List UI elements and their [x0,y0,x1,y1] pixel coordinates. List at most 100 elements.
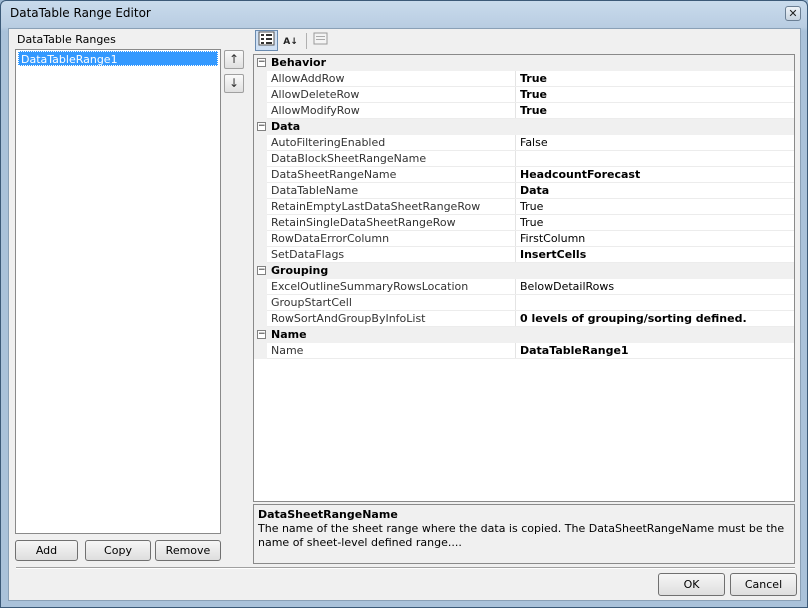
property-value[interactable]: Data [520,184,790,197]
property-name: AllowModifyRow [271,104,360,117]
property-value[interactable]: False [520,136,790,149]
alphabetical-icon: A↓ [283,37,298,47]
property-row[interactable]: DataSheetRangeName HeadcountForecast [254,167,794,183]
property-value[interactable]: 0 levels of grouping/sorting defined. [520,312,790,325]
move-up-button[interactable]: ↑ [224,50,244,69]
property-row[interactable]: ExcelOutlineSummaryRowsLocation BelowDeta… [254,279,794,295]
property-row[interactable]: RetainEmptyLastDataSheetRangeRow True [254,199,794,215]
arrow-up-icon: ↑ [228,52,240,66]
toolbar-separator [306,33,307,49]
row-gutter [254,247,267,263]
property-name: DataTableName [271,184,359,197]
categorized-icon [258,31,275,46]
row-gutter [254,103,267,119]
property-name: RowSortAndGroupByInfoList [271,312,426,325]
window-title: DataTable Range Editor [10,6,151,20]
cancel-button[interactable]: Cancel [730,573,797,596]
category-row[interactable]: − Grouping [254,263,794,279]
dialog-window: DataTable Range Editor ✕ DataTable Range… [0,0,808,608]
property-row[interactable]: AllowAddRow True [254,71,794,87]
footer-divider [16,567,795,569]
row-gutter [254,183,267,199]
property-name: ExcelOutlineSummaryRowsLocation [271,280,469,293]
property-pages-button[interactable] [309,30,332,51]
collapse-icon[interactable]: − [257,330,266,339]
row-gutter [254,311,267,327]
dialog-client-area: DataTable Ranges DataTableRange1 Add Cop… [8,28,801,601]
column-divider [515,71,516,87]
category-label: Grouping [271,264,329,277]
ranges-label: DataTable Ranges [17,33,116,46]
property-value[interactable]: True [520,104,790,117]
property-name: AllowAddRow [271,72,345,85]
property-value[interactable]: HeadcountForecast [520,168,790,181]
property-name: DataBlockSheetRangeName [271,152,427,165]
move-down-button[interactable]: ↓ [224,74,244,93]
row-gutter [254,279,267,295]
property-value[interactable]: InsertCells [520,248,790,261]
property-name: Name [271,344,304,357]
property-name: GroupStartCell [271,296,352,309]
property-value[interactable]: True [520,88,790,101]
row-gutter [254,215,267,231]
property-grid[interactable]: − Behavior AllowAddRow True AllowDeleteRow Tr… [253,54,795,502]
column-divider [515,183,516,199]
property-value[interactable]: True [520,200,790,213]
category-label: Name [271,328,307,341]
row-gutter [254,135,267,151]
property-name: SetDataFlags [271,248,345,261]
category-row[interactable]: − Behavior [254,55,794,71]
row-gutter [254,87,267,103]
row-gutter [254,295,267,311]
column-divider [515,199,516,215]
remove-button[interactable]: Remove [155,540,221,561]
row-gutter [254,231,267,247]
property-row[interactable]: DataTableName Data [254,183,794,199]
collapse-icon[interactable]: − [257,266,266,275]
column-divider [515,279,516,295]
property-value[interactable]: DataTableRange1 [520,344,790,357]
property-name: RowDataErrorColumn [271,232,390,245]
column-divider [515,215,516,231]
property-value[interactable]: True [520,216,790,229]
property-row[interactable]: RetainSingleDataSheetRangeRow True [254,215,794,231]
column-divider [515,231,516,247]
description-text: The name of the sheet range where the da… [258,522,785,549]
ok-button[interactable]: OK [658,573,725,596]
arrow-down-icon: ↓ [228,76,240,90]
property-name: AllowDeleteRow [271,88,360,101]
column-divider [515,103,516,119]
collapse-icon[interactable]: − [257,58,266,67]
row-gutter [254,343,267,359]
close-button[interactable]: ✕ [785,6,801,21]
property-row[interactable]: RowDataErrorColumn FirstColumn [254,231,794,247]
property-row[interactable]: AllowDeleteRow True [254,87,794,103]
property-row[interactable]: SetDataFlags InsertCells [254,247,794,263]
property-value[interactable]: BelowDetailRows [520,280,790,293]
property-row[interactable]: DataBlockSheetRangeName [254,151,794,167]
copy-button[interactable]: Copy [85,540,151,561]
title-bar[interactable]: DataTable Range Editor ✕ [1,1,807,27]
property-value[interactable]: True [520,72,790,85]
collapse-icon[interactable]: − [257,122,266,131]
list-item[interactable]: DataTableRange1 [18,51,218,66]
row-gutter [254,199,267,215]
category-row[interactable]: − Name [254,327,794,343]
property-value[interactable]: FirstColumn [520,232,790,245]
column-divider [515,151,516,167]
add-button[interactable]: Add [15,540,78,561]
property-row[interactable]: RowSortAndGroupByInfoList 0 levels of gro… [254,311,794,327]
description-panel: DataSheetRangeName The name of the sheet… [253,504,795,564]
alphabetical-button[interactable]: A↓ [279,30,302,51]
column-divider [515,247,516,263]
property-row[interactable]: GroupStartCell [254,295,794,311]
category-row[interactable]: − Data [254,119,794,135]
property-row[interactable]: AllowModifyRow True [254,103,794,119]
categorized-button[interactable] [255,30,278,51]
category-label: Data [271,120,301,133]
ranges-list[interactable]: DataTableRange1 [15,49,221,534]
property-row[interactable]: AutoFilteringEnabled False [254,135,794,151]
column-divider [515,311,516,327]
row-gutter [254,71,267,87]
property-row[interactable]: Name DataTableRange1 [254,343,794,359]
